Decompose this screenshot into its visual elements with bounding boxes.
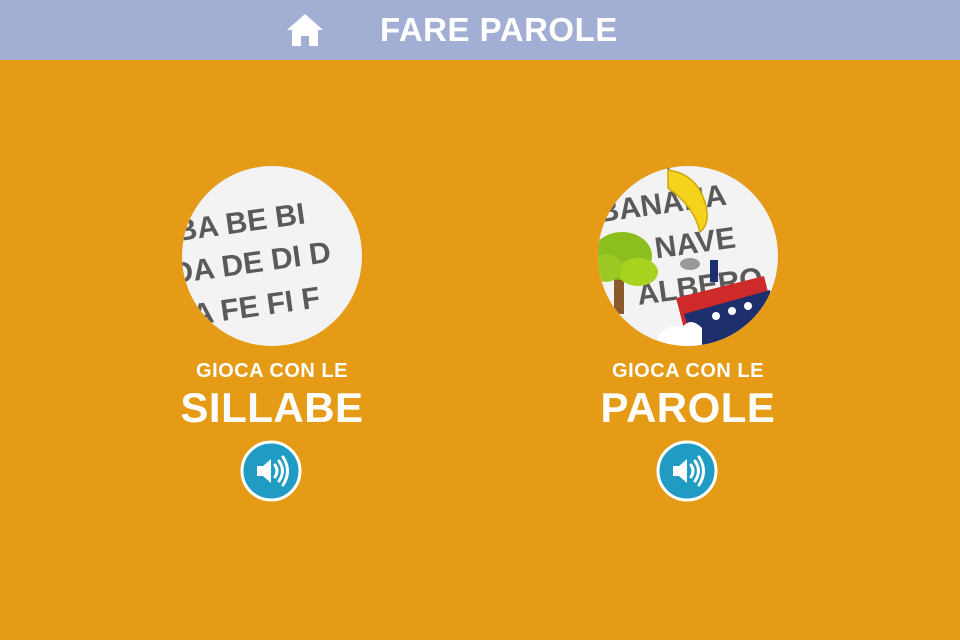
speaker-icon	[240, 440, 302, 502]
home-button[interactable]	[284, 9, 326, 51]
speaker-icon	[656, 440, 718, 502]
syllables-audio-button[interactable]	[240, 440, 302, 502]
top-bar: FARE PAROLE	[0, 0, 960, 60]
words-card: BANANA NAVE ALBERO GIOCA CON LE PAROLE	[538, 166, 838, 506]
words-kicker: GIOCA CON LE	[612, 360, 764, 382]
syllables-title[interactable]: SILLABE	[122, 384, 422, 432]
home-icon	[287, 14, 323, 46]
syllables-card: BA BE BI DA DE DI D FA FE FI F GIOCA CON…	[122, 166, 422, 506]
words-title[interactable]: PAROLE	[538, 384, 838, 432]
words-thumbnail[interactable]: BANANA NAVE ALBERO	[598, 166, 778, 346]
syllables-thumbnail[interactable]: BA BE BI DA DE DI D FA FE FI F	[182, 166, 362, 346]
words-thumbnail-image: BANANA NAVE ALBERO	[598, 166, 778, 346]
page-title: FARE PAROLE	[380, 11, 618, 48]
syllables-thumbnail-image: BA BE BI DA DE DI D FA FE FI F	[182, 166, 362, 346]
words-audio-button[interactable]	[656, 440, 718, 502]
syllables-kicker: GIOCA CON LE	[196, 360, 348, 382]
